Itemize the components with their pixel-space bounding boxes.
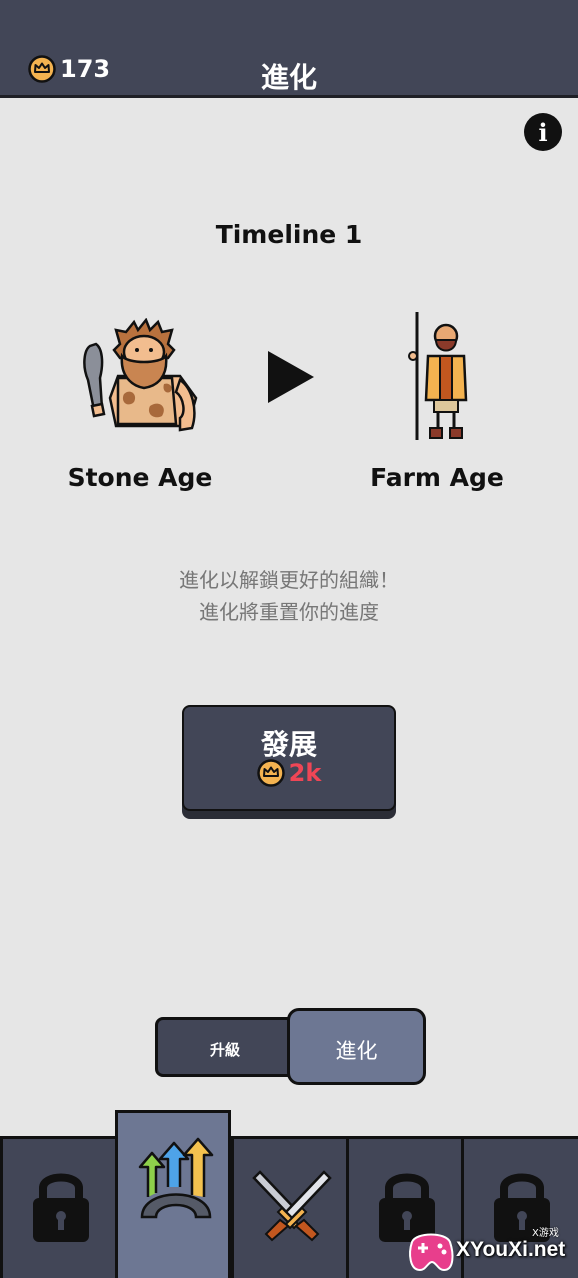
- to-age-label: Farm Age: [370, 463, 504, 492]
- timeline-title: Timeline 1: [215, 220, 363, 249]
- upgrade-segment[interactable]: 升級: [155, 1017, 305, 1077]
- develop-label: 發展: [260, 728, 317, 761]
- evolve-segment[interactable]: 進化: [287, 1008, 426, 1085]
- info-icon: i: [538, 117, 548, 147]
- caveman-icon: [83, 318, 198, 432]
- tab-battle[interactable]: [231, 1138, 347, 1278]
- crown-coin-icon: [256, 759, 285, 787]
- watermark-text: XYouXi.net: [456, 1238, 566, 1261]
- watermark-sub: X游戏: [532, 1228, 559, 1239]
- lock-icon: [33, 1173, 89, 1242]
- from-age-label: Stone Age: [67, 463, 213, 492]
- description-line-2: 進化將重置你的進度: [199, 600, 379, 624]
- crossed-swords-icon: [252, 1170, 332, 1242]
- develop-button[interactable]: 發展 2k: [182, 705, 396, 811]
- tab-evolve[interactable]: [115, 1110, 231, 1278]
- develop-cost-value: 2k: [288, 759, 322, 787]
- page-title: 進化: [260, 61, 317, 94]
- info-button[interactable]: i: [524, 113, 562, 151]
- farmer-icon: [408, 312, 468, 440]
- play-arrow-icon: [268, 351, 314, 403]
- gamepad-logo-icon: [409, 1233, 454, 1272]
- upgrade-segment-label: 升級: [209, 1041, 240, 1059]
- tab-locked-1[interactable]: [0, 1138, 116, 1278]
- top-bar: 173 進化: [0, 0, 578, 98]
- description-line-1: 進化以解鎖更好的組織！: [179, 568, 399, 592]
- evolve-segment-label: 進化: [335, 1039, 378, 1063]
- develop-cost: 2k: [184, 759, 394, 787]
- watermark: X游戏 XYouXi.net: [404, 1222, 578, 1278]
- evolve-arrows-icon: [138, 1137, 214, 1219]
